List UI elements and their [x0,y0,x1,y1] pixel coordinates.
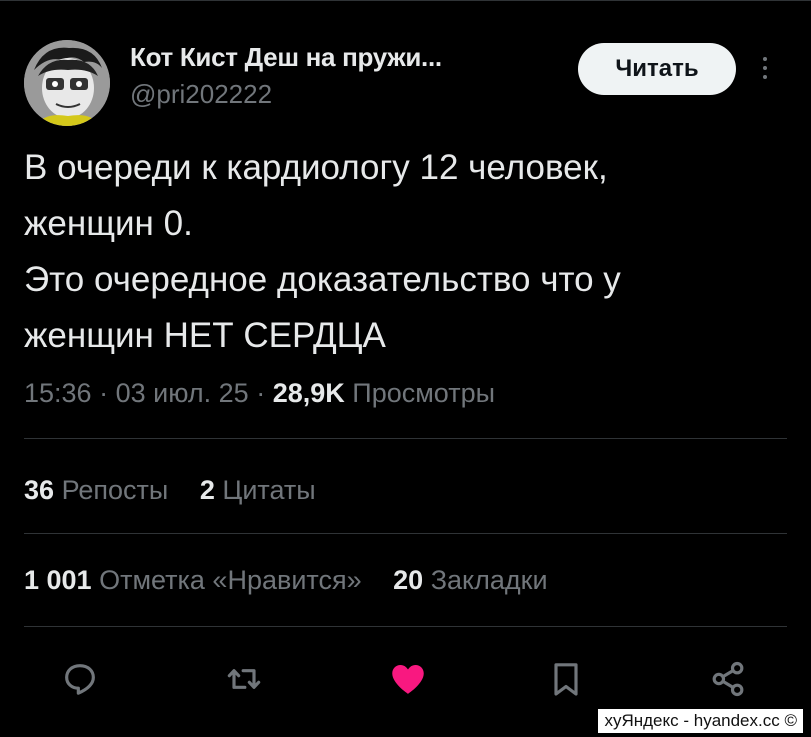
more-options-icon[interactable] [756,52,774,88]
watermark: хуЯндекс - hyandex.cc © [598,709,803,733]
views-label: Просмотры [352,378,495,408]
reposts-count: 36 [24,475,55,505]
share-icon [712,661,744,697]
like-button[interactable] [384,655,432,703]
reply-button[interactable] [56,655,104,703]
bookmarks-count: 20 [393,565,424,595]
tweet-text: В очереди к кардиологу 12 человек, женщи… [24,140,794,364]
tweet-line: Это очередное доказательство что у [24,260,621,299]
bookmarks-label: Закладки [430,565,548,595]
quotes-count: 2 [199,475,215,505]
bookmarks-stat[interactable]: 20 Закладки [393,565,547,595]
likes-stat[interactable]: 1 001 Отметка «Нравится» [24,565,369,595]
like-icon [392,665,424,694]
avatar[interactable] [24,40,110,126]
author-block[interactable]: Кот Кист Деш на пружи... @pri202222 [130,42,442,110]
bookmark-button[interactable] [542,655,590,703]
stats-row-reposts: 36 Репосты 2 Цитаты [24,475,340,506]
meta-separator: · [99,378,109,408]
likes-count: 1 001 [24,565,92,595]
author-handle[interactable]: @pri202222 [130,79,442,110]
tweet-line: В очереди к кардиологу 12 человек, [24,148,608,187]
tweet-line: женщин 0. [24,204,193,243]
stats-row-likes: 1 001 Отметка «Нравится» 20 Закладки [24,565,572,596]
action-bar [0,655,811,705]
repost-button[interactable] [220,655,268,703]
meta-separator: · [256,378,266,408]
share-button[interactable] [704,655,752,703]
divider [24,626,787,627]
reposts-label: Репосты [61,475,169,505]
follow-button[interactable]: Читать [578,43,736,95]
tweet-line: женщин НЕТ СЕРДЦА [24,316,386,355]
likes-label: Отметка «Нравится» [99,565,362,595]
repost-icon [227,669,261,689]
reposts-stat[interactable]: 36 Репосты [24,475,176,505]
tweet-time[interactable]: 15:36 [24,378,92,408]
tweet-date[interactable]: 03 июл. 25 [116,378,249,408]
views-count[interactable]: 28,9K [273,378,345,408]
tweet-meta: 15:36 · 03 июл. 25 · 28,9K Просмотры [24,378,495,409]
avatar-image [24,40,110,126]
divider [24,533,787,534]
bookmark-icon [554,663,578,696]
divider [24,438,787,439]
author-name[interactable]: Кот Кист Деш на пружи... [130,42,442,73]
quotes-stat[interactable]: 2 Цитаты [200,475,316,505]
top-divider [0,0,811,1]
quotes-label: Цитаты [222,475,316,505]
reply-icon [65,664,95,695]
